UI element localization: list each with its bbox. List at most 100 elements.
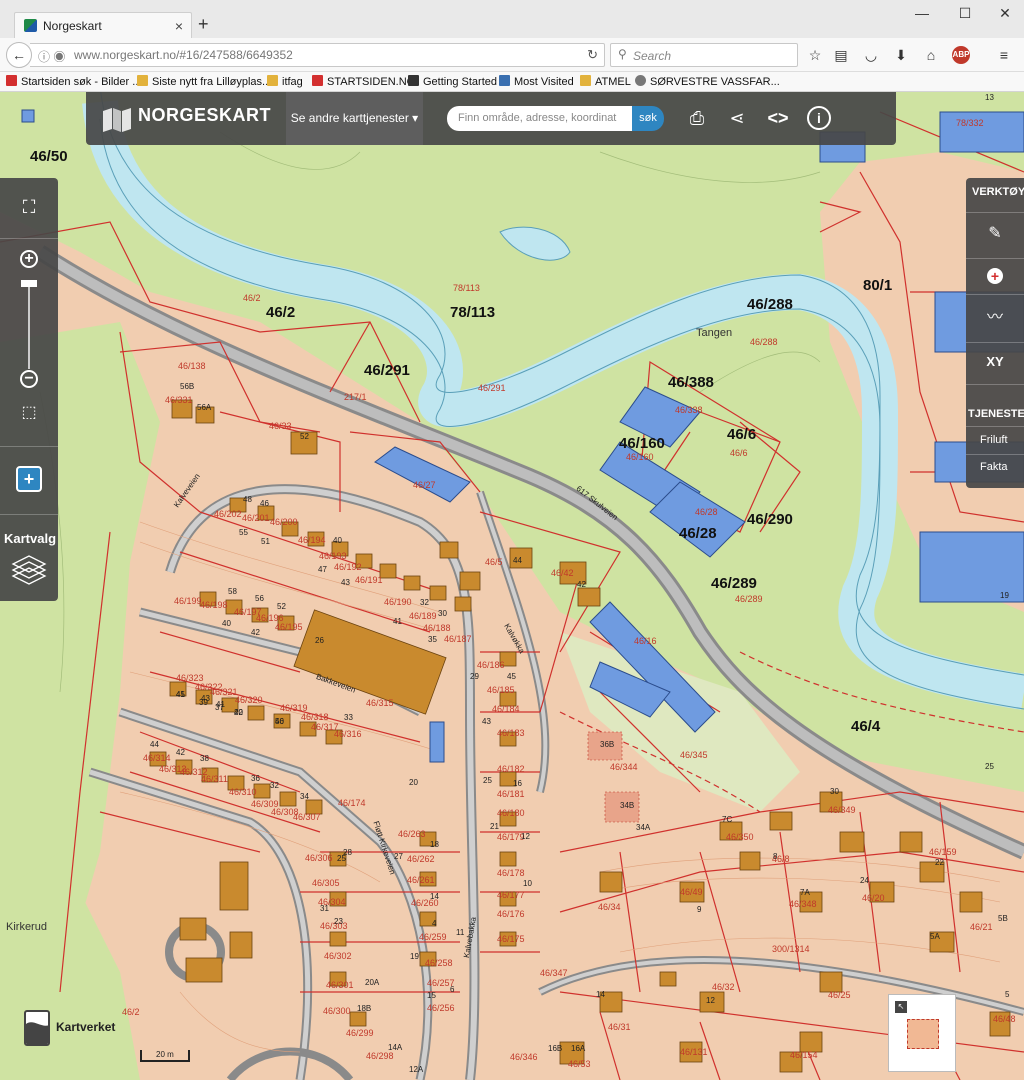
other-services-button[interactable]: Se andre karttjenester ▾ xyxy=(286,92,423,145)
bookmark-item[interactable]: SØRVESTRE VASSFAR... xyxy=(635,75,780,88)
site-info-icon[interactable]: ⓘ ◉ xyxy=(38,48,65,65)
bookmark-item[interactable]: Getting Started xyxy=(408,75,497,88)
kartvalg-label[interactable]: Kartvalg xyxy=(4,531,56,546)
new-tab-icon[interactable]: + xyxy=(198,13,209,35)
parcel-small-label: 46/138 xyxy=(178,361,206,371)
zoom-box-icon[interactable]: ⬚ xyxy=(16,400,42,426)
services-title: TJENESTER xyxy=(968,408,1024,420)
parcel-small-label: 46/302 xyxy=(324,951,352,961)
bookmark-item[interactable]: Siste nytt fra Lilløyplas... xyxy=(137,75,271,88)
divider xyxy=(966,212,1024,213)
zoom-slider-track[interactable] xyxy=(28,281,30,369)
house-number: 18 xyxy=(430,840,439,849)
parcel-small-label: 46/176 xyxy=(497,909,525,919)
app-logo-text[interactable]: NORGESKART xyxy=(138,105,271,126)
tab-close-icon[interactable]: × xyxy=(175,13,183,39)
minimize-icon[interactable]: — xyxy=(912,5,932,21)
parcel-small-label: 46/300 xyxy=(323,1006,351,1016)
right-tools-panel: VERKTØY ✎ + 〰 XY TJENESTER Friluft Fakta xyxy=(966,178,1024,488)
bookmark-item[interactable]: Startsiden søk - Bilder ... xyxy=(6,75,141,88)
house-number: 22 xyxy=(234,708,243,717)
reading-list-icon[interactable]: ▤ xyxy=(832,46,850,64)
house-number: 36B xyxy=(600,740,615,749)
pocket-icon[interactable]: ◡ xyxy=(862,46,880,64)
parcel-small-label: 46/182 xyxy=(497,764,525,774)
divider xyxy=(0,514,58,515)
parcel-small-label: 46/256 xyxy=(427,1003,455,1013)
menu-icon[interactable]: ≡ xyxy=(995,46,1013,64)
map-canvas[interactable]: 46/50 46/2 78/113 46/288 80/1 46/291 46/… xyxy=(0,92,1024,1080)
house-number: 39 xyxy=(199,698,208,707)
home-icon[interactable]: ⌂ xyxy=(922,46,940,64)
friluft-service-link[interactable]: Friluft xyxy=(980,434,1008,446)
house-number: 9 xyxy=(697,905,702,914)
house-number: 51 xyxy=(261,537,270,546)
parcel-small-label: 46/42 xyxy=(551,568,574,578)
house-number: 16 xyxy=(513,779,522,788)
parcel-small-label: 46/261 xyxy=(407,875,435,885)
zoom-slider-handle[interactable] xyxy=(21,280,37,287)
share-icon[interactable]: ⋖ xyxy=(725,106,749,130)
map-search-input[interactable]: Finn område, adresse, koordinat xyxy=(447,106,633,131)
house-number: 12 xyxy=(521,832,530,841)
coordinates-xy-icon[interactable]: XY xyxy=(983,350,1007,374)
window-close-icon[interactable]: ✕ xyxy=(995,5,1015,22)
reload-icon[interactable]: ↻ xyxy=(587,47,598,63)
parcel-small-label: 46/345 xyxy=(680,750,708,760)
house-number: 5B xyxy=(998,914,1008,923)
url-text[interactable]: www.norgeskart.no/#16/247588/6649352 xyxy=(74,48,293,62)
bookmark-item[interactable]: Most Visited xyxy=(499,75,574,88)
parcel-small-label: 46/189 xyxy=(409,611,437,621)
download-icon[interactable]: ⬇ xyxy=(892,46,910,64)
parcel-small-label: 46/347 xyxy=(540,968,568,978)
zoom-out-icon[interactable]: − xyxy=(20,370,38,388)
fakta-service-link[interactable]: Fakta xyxy=(980,461,1008,473)
parcel-small-label: 46/160 xyxy=(626,452,654,462)
house-number: 19 xyxy=(1000,591,1009,600)
folder-icon xyxy=(267,75,278,86)
house-number: 12A xyxy=(409,1065,424,1074)
info-icon[interactable]: i xyxy=(807,106,831,130)
parcel-small-label: 46/259 xyxy=(419,932,447,942)
add-point-icon[interactable]: + xyxy=(987,268,1003,284)
parcel-small-label: 46/299 xyxy=(346,1028,374,1038)
browser-tab[interactable]: Norgeskart × xyxy=(14,12,192,38)
house-number: 5 xyxy=(1005,990,1010,999)
norgeskart-logo-icon xyxy=(103,108,131,132)
add-layer-icon[interactable]: + xyxy=(16,466,42,492)
parcel-label: 46/6 xyxy=(727,426,757,443)
house-number: 6 xyxy=(450,985,455,994)
parcel-small-label: 46/192 xyxy=(334,562,362,572)
parcel-small-label: 46/131 xyxy=(680,1047,708,1057)
elevation-profile-icon[interactable]: 〰 xyxy=(983,306,1007,330)
bookmark-item[interactable]: itfag xyxy=(267,75,303,88)
map-search-button[interactable]: søk xyxy=(632,106,664,131)
map-layers-icon[interactable] xyxy=(11,552,47,586)
parcel-small-label: 46/34 xyxy=(598,902,621,912)
zoom-in-icon[interactable]: + xyxy=(20,250,38,268)
house-number: 20A xyxy=(365,978,380,987)
house-number: 36 xyxy=(251,774,260,783)
embed-code-icon[interactable]: <> xyxy=(766,106,790,130)
print-icon[interactable]: ⎙ xyxy=(685,106,709,130)
maximize-icon[interactable]: ☐ xyxy=(955,5,975,22)
bookmark-item[interactable]: ATMEL xyxy=(580,75,631,88)
adblock-icon[interactable]: ABP xyxy=(952,46,970,64)
url-bar[interactable]: ⓘ ◉ www.norgeskart.no/#16/247588/6649352… xyxy=(30,43,605,67)
browser-search-field[interactable]: ⚲ Search xyxy=(610,43,798,67)
house-number: 24 xyxy=(860,876,869,885)
back-button-icon[interactable]: ← xyxy=(6,42,32,68)
draw-pencil-icon[interactable]: ✎ xyxy=(983,222,1007,246)
bookmark-star-icon[interactable]: ☆ xyxy=(806,46,824,64)
parcel-small-label: 46/25 xyxy=(828,990,851,1000)
parcel-small-label: 46/178 xyxy=(497,868,525,878)
fullscreen-icon[interactable]: ⛶ xyxy=(16,194,42,220)
app-top-toolbar: NORGESKART Se andre karttjenester ▾ Finn… xyxy=(86,92,896,145)
house-number: 52 xyxy=(300,432,309,441)
overview-toggle-icon[interactable]: ↖ xyxy=(895,1001,907,1013)
map-graphics xyxy=(0,92,1024,1080)
house-number: 34A xyxy=(636,823,651,832)
parcel-small-label: 46/298 xyxy=(366,1051,394,1061)
overview-map[interactable]: ↖ xyxy=(888,994,956,1072)
bookmark-item[interactable]: STARTSIDEN.NO xyxy=(312,75,415,88)
